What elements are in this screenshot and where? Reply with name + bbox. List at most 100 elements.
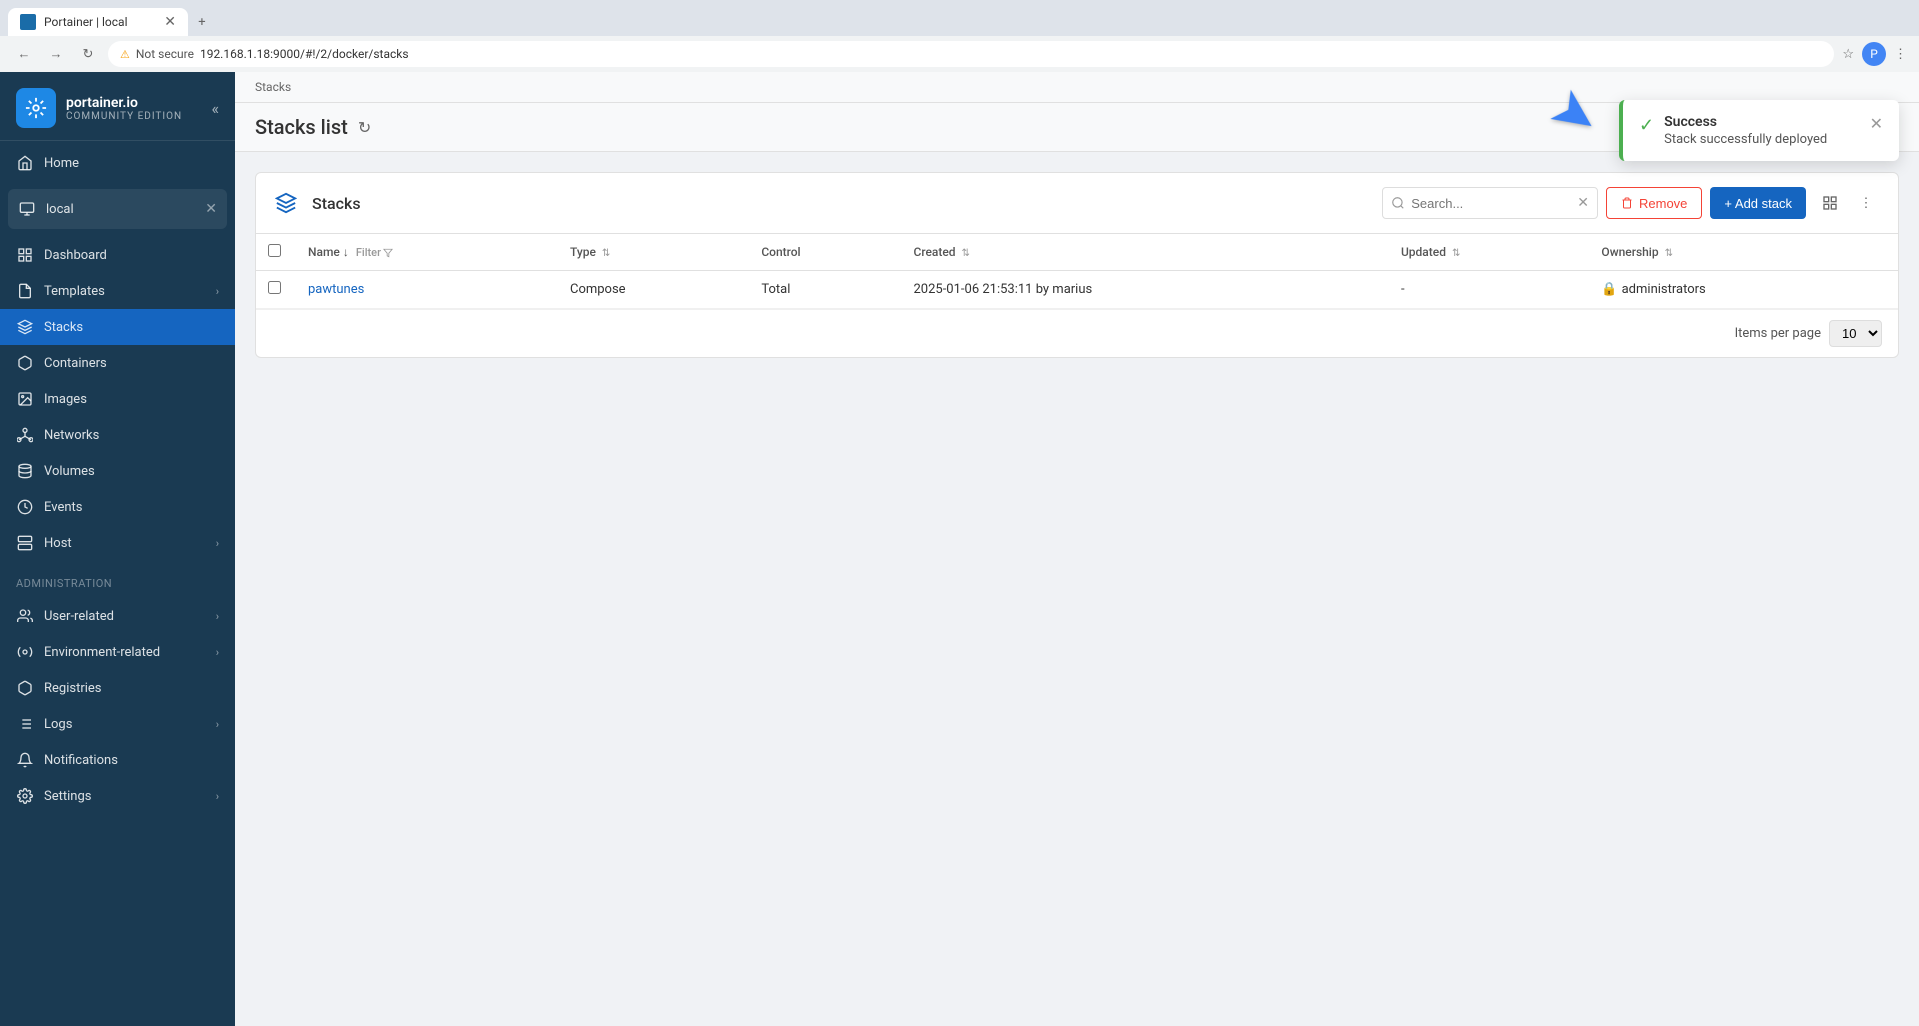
sidebar-item-logs[interactable]: Logs › [0, 706, 235, 742]
panel-stacks-icon [272, 189, 300, 217]
environment-expand-icon: › [216, 646, 219, 659]
refresh-button[interactable]: ↻ [358, 118, 371, 137]
address-bar[interactable]: ⚠ Not secure 192.168.1.18:9000/#!/2/dock… [108, 41, 1834, 67]
toast-success-icon: ✓ [1639, 115, 1654, 136]
endpoint-name: local [46, 202, 74, 217]
sidebar-item-settings[interactable]: Settings › [0, 778, 235, 814]
main-content: Stacks Stacks list ↻ Stacks [235, 72, 1919, 1026]
sidebar-item-templates[interactable]: Templates › [0, 273, 235, 309]
col-control: Control [749, 234, 901, 271]
sidebar-item-notifications[interactable]: Notifications [0, 742, 235, 778]
add-stack-button[interactable]: + Add stack [1710, 187, 1806, 219]
profile-button[interactable]: P [1862, 42, 1886, 66]
endpoint-icon [18, 200, 36, 218]
sidebar-environment-related-label: Environment-related [44, 645, 206, 660]
sidebar-networks-label: Networks [44, 428, 219, 443]
environment-related-icon [16, 643, 34, 661]
user-related-icon [16, 607, 34, 625]
select-all-checkbox[interactable] [268, 244, 281, 257]
sidebar-item-environment-related[interactable]: Environment-related › [0, 634, 235, 670]
back-button[interactable]: ← [12, 42, 36, 66]
more-options-button[interactable]: ⋮ [1850, 187, 1882, 219]
toast-close-button[interactable]: ✕ [1870, 114, 1883, 133]
browser-tab[interactable]: Portainer | local ✕ [8, 8, 188, 36]
sidebar-events-label: Events [44, 500, 219, 515]
notifications-icon [16, 751, 34, 769]
address-text: 192.168.1.18:9000/#!/2/docker/stacks [200, 47, 409, 61]
stacks-icon [16, 318, 34, 336]
sidebar-containers-label: Containers [44, 356, 219, 371]
stack-control: Total [749, 271, 901, 309]
reload-button[interactable]: ↻ [76, 42, 100, 66]
sidebar-nav-section: Dashboard Templates › [0, 233, 235, 565]
logs-expand-icon: › [216, 718, 219, 731]
sidebar-admin-section: User-related › Environment-related › [0, 594, 235, 818]
row-checkbox[interactable] [268, 281, 281, 294]
items-per-page-select[interactable]: 10 25 50 [1829, 320, 1882, 347]
sidebar-logs-label: Logs [44, 717, 206, 732]
sidebar-registries-label: Registries [44, 681, 219, 696]
sidebar-home-label: Home [44, 156, 219, 171]
sidebar-notifications-label: Notifications [44, 753, 219, 768]
home-icon [16, 154, 34, 172]
grid-view-button[interactable] [1814, 187, 1846, 219]
sort-updated-icon: ⇅ [1452, 248, 1460, 259]
logo-text: portainer.io Community Edition [66, 95, 182, 122]
sidebar-item-events[interactable]: Events [0, 489, 235, 525]
tab-close-button[interactable]: ✕ [164, 15, 176, 29]
remove-icon [1621, 197, 1633, 209]
filter-button[interactable]: Filter [356, 246, 393, 259]
sidebar-logo: portainer.io Community Edition « [0, 72, 235, 141]
stack-created: 2025-01-06 21:53:11 by marius [901, 271, 1388, 309]
search-input[interactable] [1411, 196, 1571, 211]
templates-expand-icon: › [216, 285, 219, 298]
sidebar-item-dashboard[interactable]: Dashboard [0, 237, 235, 273]
view-toggle-group: ⋮ [1814, 187, 1882, 219]
sidebar-collapse-button[interactable]: « [211, 99, 219, 118]
stacks-table: Name ↓ Filter Type ⇅ Control [256, 234, 1898, 309]
toast-message: Stack successfully deployed [1664, 132, 1860, 147]
col-ownership: Ownership ⇅ [1589, 234, 1898, 271]
panel-title: Stacks [312, 194, 1370, 213]
sidebar-item-host[interactable]: Host › [0, 525, 235, 561]
sidebar-item-home[interactable]: Home [0, 145, 235, 181]
sidebar-volumes-label: Volumes [44, 464, 219, 479]
sidebar-item-containers[interactable]: Containers [0, 345, 235, 381]
sidebar-item-registries[interactable]: Registries [0, 670, 235, 706]
search-icon [1391, 196, 1405, 210]
sidebar-templates-label: Templates [44, 284, 206, 299]
notification-toast: ✓ Success Stack successfully deployed ✕ [1619, 100, 1899, 161]
endpoint-close-icon[interactable]: ✕ [205, 201, 217, 217]
remove-label: Remove [1639, 196, 1687, 211]
remove-button[interactable]: Remove [1606, 187, 1702, 219]
forward-button[interactable]: → [44, 42, 68, 66]
browser-menu-button[interactable]: ⋮ [1894, 47, 1907, 62]
sidebar-item-networks[interactable]: Networks [0, 417, 235, 453]
panel-actions: ✕ Remove + Add stack [1382, 187, 1882, 219]
logo-content: portainer.io Community Edition [16, 88, 182, 128]
registries-icon [16, 679, 34, 697]
stack-ownership: 🔒administrators [1589, 271, 1898, 309]
app-layout: portainer.io Community Edition « Home [0, 72, 1919, 1026]
sidebar-item-images[interactable]: Images [0, 381, 235, 417]
templates-icon [16, 282, 34, 300]
sidebar-stacks-label: Stacks [44, 320, 219, 335]
logo-main-text: portainer.io [66, 95, 182, 111]
sort-ownership-icon: ⇅ [1665, 248, 1673, 259]
volumes-icon [16, 462, 34, 480]
ownership-icon: 🔒 [1601, 282, 1617, 297]
stack-name-link[interactable]: pawtunes [308, 282, 364, 297]
sidebar-item-volumes[interactable]: Volumes [0, 453, 235, 489]
sidebar-item-stacks[interactable]: Stacks [0, 309, 235, 345]
search-clear-button[interactable]: ✕ [1577, 195, 1589, 211]
tab-favicon [20, 14, 36, 30]
bookmark-button[interactable]: ☆ [1842, 47, 1854, 62]
sidebar-item-local[interactable]: local ✕ [8, 193, 227, 225]
col-created: Created ⇅ [901, 234, 1388, 271]
networks-icon [16, 426, 34, 444]
sidebar-item-user-related[interactable]: User-related › [0, 598, 235, 634]
events-icon [16, 498, 34, 516]
col-type: Type ⇅ [558, 234, 749, 271]
new-tab-button[interactable]: + [188, 8, 216, 36]
browser-chrome: Portainer | local ✕ + ← → ↻ ⚠ Not secure… [0, 0, 1919, 72]
